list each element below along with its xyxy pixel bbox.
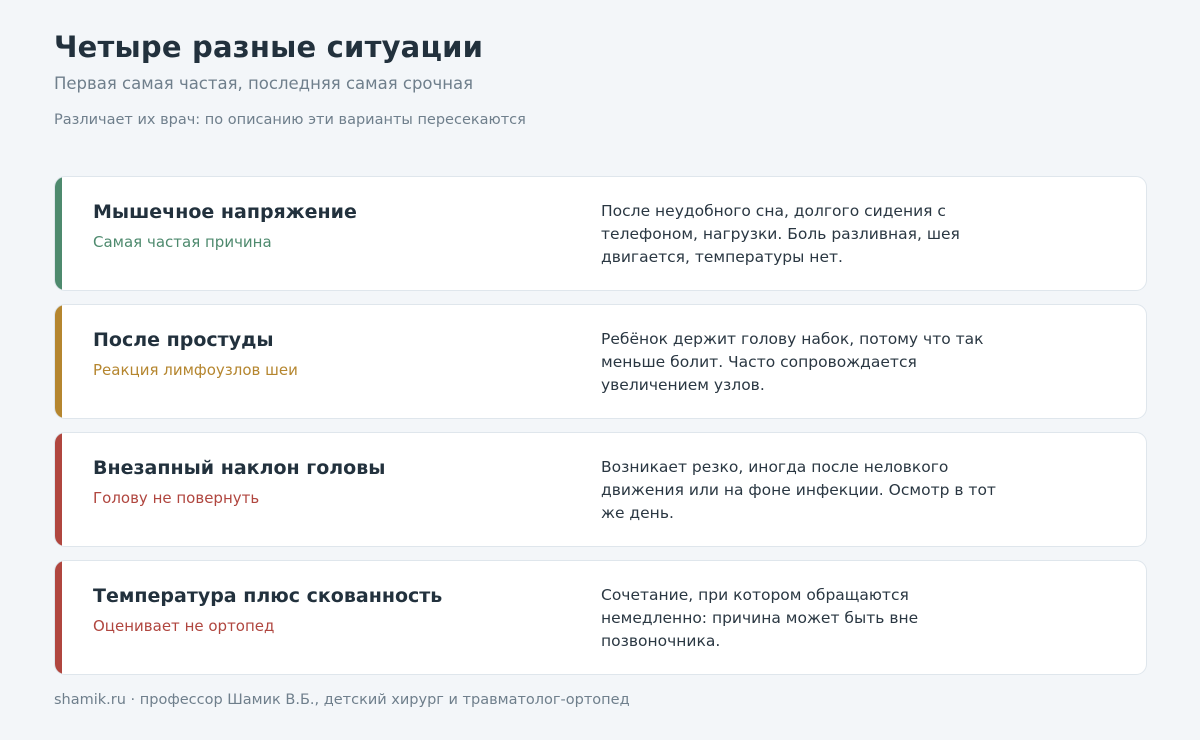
footer-credit: shamik.ru · профессор Шамик В.Б., детски… xyxy=(54,692,630,708)
page-title: Четыре разные ситуации xyxy=(54,30,484,64)
page-subtitle: Первая самая частая, последняя самая сро… xyxy=(54,74,474,93)
page-note: Различает их врач: по описанию эти вариа… xyxy=(54,112,526,128)
card-description: Сочетание, при котором обращаются немедл… xyxy=(601,586,919,650)
page: Четыре разные ситуации Первая самая част… xyxy=(0,0,1200,740)
card-tag: Реакция лимфоузлов шеи xyxy=(93,361,298,379)
card-title: Мышечное напряжение xyxy=(93,201,357,223)
card-description: Возникает резко, иногда после неловкого … xyxy=(601,458,996,522)
card-accent-bar xyxy=(55,433,62,546)
card-title: После простуды xyxy=(93,329,274,351)
situation-card-after-cold: После простуды Реакция лимфоузлов шеи Ре… xyxy=(54,304,1147,419)
situation-card-sudden-tilt: Внезапный наклон головы Голову не поверн… xyxy=(54,432,1147,547)
card-tag: Оценивает не ортопед xyxy=(93,617,275,635)
card-description: Ребёнок держит голову набок, потому что … xyxy=(601,330,984,394)
situation-card-fever-stiffness: Температура плюс скованность Оценивает н… xyxy=(54,560,1147,675)
card-title: Температура плюс скованность xyxy=(93,585,443,607)
card-tag: Голову не повернуть xyxy=(93,489,260,507)
card-description: После неудобного сна, долгого сидения с … xyxy=(601,202,960,266)
situation-card-muscle-tension: Мышечное напряжение Самая частая причина… xyxy=(54,176,1147,291)
card-accent-bar xyxy=(55,561,62,674)
card-tag: Самая частая причина xyxy=(93,233,272,251)
situation-cards: Мышечное напряжение Самая частая причина… xyxy=(54,176,1147,688)
card-title: Внезапный наклон головы xyxy=(93,457,386,479)
card-accent-bar xyxy=(55,177,62,290)
card-accent-bar xyxy=(55,305,62,418)
